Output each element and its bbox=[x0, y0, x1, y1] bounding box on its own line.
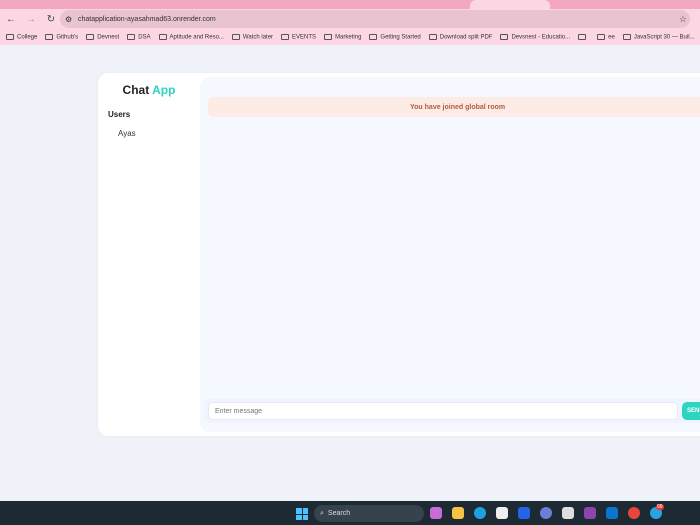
folder-icon bbox=[597, 34, 605, 40]
notification-badge: 99 bbox=[656, 504, 664, 510]
bookmark-item[interactable]: Aptitude and Reso... bbox=[159, 34, 224, 41]
bookmark-label: Aptitude and Reso... bbox=[170, 34, 224, 40]
bookmark-label: DSA bbox=[138, 34, 150, 40]
bookmark-item[interactable]: Github's bbox=[45, 34, 78, 41]
bookmark-label: Getting Started bbox=[380, 34, 420, 40]
folder-icon bbox=[6, 34, 14, 40]
message-input[interactable] bbox=[208, 402, 678, 420]
folder-icon bbox=[500, 34, 508, 40]
title-main: Chat bbox=[123, 83, 150, 97]
bookmarks-bar: College Github's Devnest DSA Aptitude and Re… bbox=[0, 29, 700, 45]
bookmark-item[interactable]: Devnest bbox=[86, 34, 119, 41]
sidebar: Chat App Users Ayas bbox=[98, 73, 200, 436]
bookmark-item[interactable]: Watch later bbox=[232, 34, 273, 41]
app-title: Chat App bbox=[98, 83, 200, 97]
folder-icon bbox=[127, 34, 135, 40]
chat-app-card: Chat App Users Ayas You have joined glob… bbox=[98, 73, 700, 436]
bookmark-item[interactable]: DSA bbox=[127, 34, 150, 41]
chrome-icon[interactable] bbox=[628, 507, 640, 519]
reload-icon[interactable]: ↻ bbox=[42, 14, 60, 25]
bookmark-item[interactable]: Marketing bbox=[324, 34, 361, 41]
folder-icon bbox=[369, 34, 377, 40]
folder-icon bbox=[159, 34, 167, 40]
bookmark-label: Devsnest - Educatio... bbox=[511, 34, 570, 40]
active-tab[interactable] bbox=[470, 0, 550, 9]
users-heading: Users bbox=[108, 110, 130, 119]
bookmark-label: Github's bbox=[56, 34, 78, 40]
chat-panel: You have joined global room SEND bbox=[200, 77, 700, 432]
media-icon[interactable] bbox=[540, 507, 552, 519]
search-icon: ⌕ bbox=[320, 510, 324, 518]
folder-icon bbox=[86, 34, 94, 40]
send-button[interactable]: SEND bbox=[682, 402, 700, 420]
taskbar-search[interactable]: ⌕ Search bbox=[314, 505, 424, 522]
bookmark-label: Devnest bbox=[97, 34, 119, 40]
folder-icon bbox=[578, 34, 586, 40]
outlook-icon[interactable] bbox=[606, 507, 618, 519]
bookmark-label: College bbox=[17, 34, 37, 40]
bookmark-label: Marketing bbox=[335, 34, 361, 40]
folder-icon bbox=[281, 34, 289, 40]
taskbar: ⌕ Search 99 bbox=[0, 501, 700, 525]
telegram-icon[interactable]: 99 bbox=[650, 507, 662, 519]
bookmark-item[interactable]: Download split PDF bbox=[429, 34, 493, 41]
bookmark-item[interactable]: College bbox=[6, 34, 37, 41]
bookmark-item[interactable]: JavaScript 30 — Buil... bbox=[623, 34, 695, 41]
windows-start-icon[interactable] bbox=[296, 508, 308, 520]
bookmark-label: ee bbox=[608, 34, 615, 40]
bookmark-item[interactable]: Getting Started bbox=[369, 34, 420, 41]
site-settings-icon[interactable]: ⚙ bbox=[65, 15, 72, 24]
bookmark-item[interactable]: ee bbox=[597, 34, 615, 41]
bookmark-label: Watch later bbox=[243, 34, 273, 40]
file-explorer-icon[interactable] bbox=[452, 507, 464, 519]
folder-icon bbox=[623, 34, 631, 40]
folder-icon bbox=[232, 34, 240, 40]
user-item[interactable]: Ayas bbox=[118, 129, 136, 138]
address-bar[interactable]: ⚙ chatapplication-ayasahmad63.onrender.c… bbox=[60, 10, 690, 28]
back-icon[interactable]: ← bbox=[2, 14, 20, 25]
app-icon[interactable] bbox=[562, 507, 574, 519]
bookmark-star-icon[interactable]: ☆ bbox=[679, 14, 687, 25]
bookmark-label: EVENTS bbox=[292, 34, 316, 40]
tab-strip bbox=[0, 0, 700, 9]
bookmark-item[interactable] bbox=[578, 34, 589, 41]
bookmark-item[interactable]: Devsnest - Educatio... bbox=[500, 34, 570, 41]
visual-studio-icon[interactable] bbox=[584, 507, 596, 519]
bookmark-label: JavaScript 30 — Buil... bbox=[634, 34, 695, 40]
url-text: chatapplication-ayasahmad63.onrender.com bbox=[78, 16, 216, 23]
title-accent: App bbox=[152, 83, 175, 97]
search-label: Search bbox=[328, 510, 350, 517]
toolbar: ← → ↻ ⚙ chatapplication-ayasahmad63.onre… bbox=[0, 9, 700, 29]
folder-icon bbox=[429, 34, 437, 40]
bookmark-label: Download split PDF bbox=[440, 34, 493, 40]
store-icon[interactable] bbox=[496, 507, 508, 519]
folder-icon bbox=[45, 34, 53, 40]
message-form: SEND bbox=[204, 399, 700, 423]
copilot-icon[interactable] bbox=[430, 507, 442, 519]
dropbox-icon[interactable] bbox=[518, 507, 530, 519]
join-notice: You have joined global room bbox=[208, 97, 700, 117]
edge-icon[interactable] bbox=[474, 507, 486, 519]
bookmark-item[interactable]: EVENTS bbox=[281, 34, 316, 41]
folder-icon bbox=[324, 34, 332, 40]
forward-icon[interactable]: → bbox=[22, 14, 40, 25]
